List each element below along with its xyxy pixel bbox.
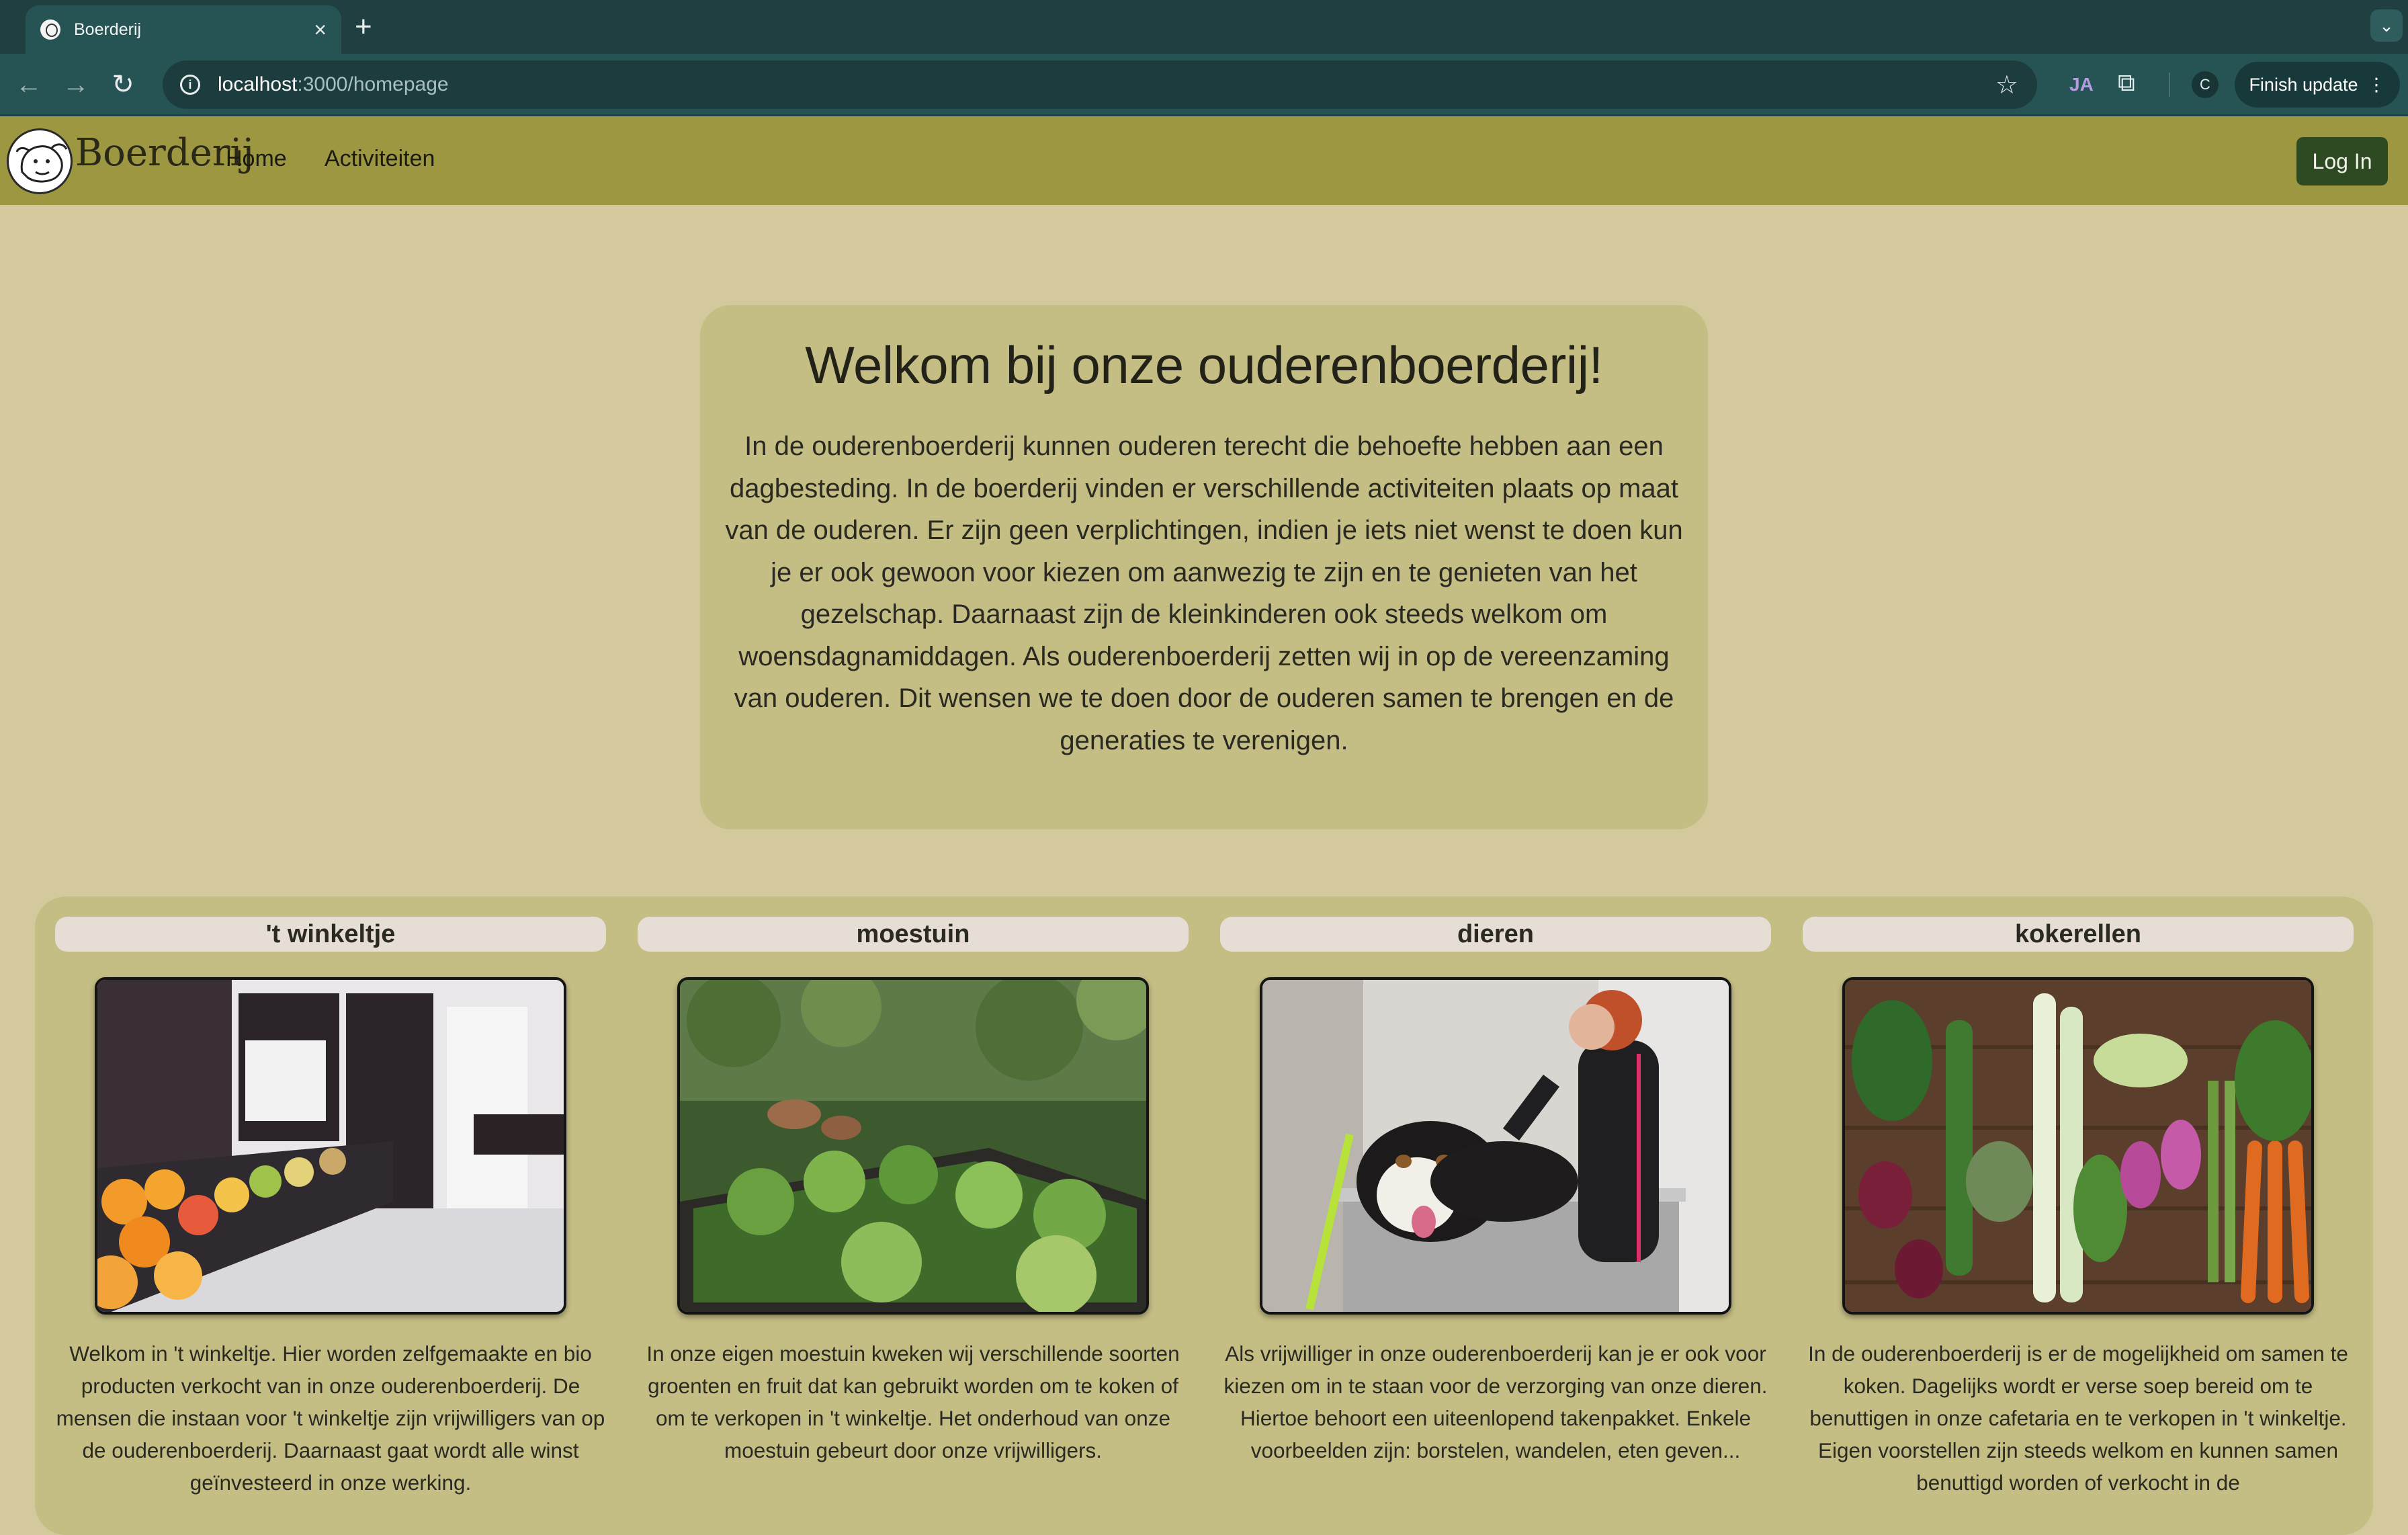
new-tab-button[interactable]: + [355,11,372,43]
back-button[interactable]: ← [5,70,52,100]
card-text: In onze eigen moestuin kweken wij versch… [646,1341,1180,1462]
card-text: Welkom in 't winkeltje. Hier worden zelf… [56,1341,605,1495]
card-title: kokerellen [1803,917,2354,952]
card-text: In de ouderenboerderij is er de mogelijk… [1808,1341,2348,1495]
welcome-card: Welkom bij onze ouderenboerderij! In de … [700,305,1708,829]
card-moestuin: moestuin In onze eigen moestuin kweken w… [638,917,1189,1466]
card-kokerellen: kokerellen In de ouderenboerderij is er … [1803,917,2354,1499]
card-title: 't winkeltje [55,917,606,952]
vegetables-image [1842,977,2314,1315]
close-tab-icon[interactable]: × [314,17,327,42]
extension-ja-icon[interactable]: JA [2069,74,2094,95]
browser-toolbar: ← → ↻ i localhost:3000/homepage ☆ JA ⧉ C… [0,54,2408,116]
tab-search-button[interactable]: ⌄ [2370,9,2403,42]
card-winkeltje: 't winkeltje Welkom in 't winkeltje. Hie… [55,917,606,1499]
site-navbar: Boerderij Home Activiteiten Log In [0,116,2408,205]
forward-button[interactable]: → [52,70,99,100]
activities-section: 't winkeltje Welkom in 't winkeltje. Hie… [35,897,2373,1535]
finish-update-label: Finish update [2249,74,2358,95]
garden-image [677,977,1149,1315]
shop-image [95,977,566,1315]
browser-tab[interactable]: Boerderij × [26,5,341,54]
reload-button[interactable]: ↻ [99,69,146,100]
welcome-title: Welkom bij onze ouderenboerderij! [805,335,1603,395]
farm-logo-icon[interactable] [7,128,73,194]
browser-tab-bar: Boerderij × + ⌄ [0,0,2408,54]
toolbar-divider [2169,73,2170,97]
login-button[interactable]: Log In [2296,137,2388,185]
card-title: moestuin [638,917,1189,952]
site-info-icon[interactable]: i [180,75,200,95]
url-host: localhost [218,73,298,95]
bookmark-star-icon[interactable]: ☆ [1995,70,2018,100]
url-path: :3000/homepage [297,73,449,95]
address-bar[interactable]: i localhost:3000/homepage ☆ [163,60,2037,109]
dog-grooming-image [1260,977,1731,1315]
card-text: Als vrijwilliger in onze ouderenboerderi… [1223,1341,1768,1462]
nav-link-home[interactable]: Home [226,146,287,172]
favicon-icon [40,19,60,40]
more-menu-icon: ⋮ [2367,74,2386,95]
finish-update-button[interactable]: Finish update ⋮ [2235,62,2400,108]
card-dieren: dieren Als vrijwilliger in onze ouderenb… [1220,917,1771,1466]
profile-avatar[interactable]: C [2192,71,2219,98]
extensions-puzzle-icon[interactable]: ⧉ [2118,69,2135,97]
welcome-text: In de ouderenboerderij kunnen ouderen te… [725,431,1683,755]
tab-title: Boerderij [74,19,142,39]
nav-link-activiteiten[interactable]: Activiteiten [325,146,435,172]
card-title: dieren [1220,917,1771,952]
